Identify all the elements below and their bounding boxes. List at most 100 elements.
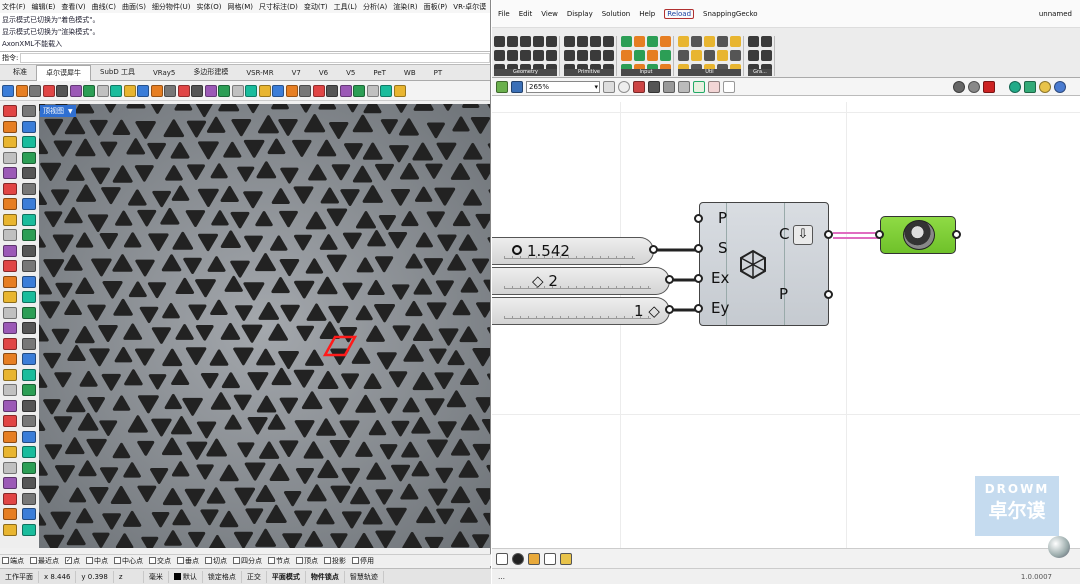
- sidebar-tool-icon[interactable]: [3, 337, 17, 350]
- osnap-option[interactable]: 最近点: [30, 556, 59, 566]
- gh-group-label[interactable]: Gra...: [748, 69, 772, 76]
- custom-preview-component[interactable]: [875, 216, 961, 254]
- sidebar-tool-icon[interactable]: [22, 523, 36, 536]
- toolbar-tool-icon[interactable]: [137, 84, 149, 97]
- tab-v6[interactable]: V6: [310, 67, 337, 80]
- gh-component-icon[interactable]: [691, 50, 702, 61]
- sphere-preview-icon[interactable]: [1039, 80, 1051, 93]
- toolbar-tool-icon[interactable]: [177, 84, 190, 97]
- gh-component-icon[interactable]: [704, 36, 715, 47]
- gh-component-icon[interactable]: [730, 50, 741, 61]
- number-slider-ey[interactable]: 1 ◇: [492, 297, 670, 325]
- menu-render[interactable]: 渲染(R): [393, 2, 417, 12]
- sidebar-tool-icon[interactable]: [22, 120, 36, 133]
- sidebar-tool-icon[interactable]: [3, 291, 17, 303]
- output-grip[interactable]: [824, 290, 833, 299]
- voronoi-pattern-component[interactable]: P S Ex Ey C P ⇩: [694, 202, 833, 326]
- sidebar-tool-icon[interactable]: [3, 151, 17, 164]
- mesh-quality-icon[interactable]: [1009, 80, 1021, 93]
- toolbar-tool-icon[interactable]: [366, 84, 379, 97]
- gh-component-icon[interactable]: [761, 50, 772, 61]
- osnap-checkbox[interactable]: [2, 557, 9, 564]
- toolbar-tool-icon[interactable]: [339, 84, 352, 97]
- gh-menu-display[interactable]: Display: [567, 10, 593, 18]
- toolbar-tool-icon[interactable]: [96, 84, 109, 97]
- toolbar-tool-icon[interactable]: [15, 84, 28, 97]
- osnap-option[interactable]: 交点: [149, 556, 171, 566]
- preview-eye-icon[interactable]: [618, 80, 630, 93]
- sidebar-tool-icon[interactable]: [22, 198, 36, 210]
- sidebar-tool-icon[interactable]: [3, 477, 17, 489]
- status-osnap[interactable]: 物件锁点: [306, 570, 345, 583]
- toolbar-tool-icon[interactable]: [353, 84, 365, 97]
- layer-label[interactable]: 默认: [169, 570, 203, 583]
- command-input[interactable]: [20, 53, 490, 63]
- tab-polygon[interactable]: 多边形建模: [184, 65, 237, 80]
- tab-subd-tools[interactable]: SubD 工具: [91, 65, 144, 80]
- osnap-checkbox[interactable]: ✓: [65, 557, 72, 564]
- toolbar-tool-icon[interactable]: [312, 84, 325, 97]
- tab-drowm[interactable]: 卓尔谟犀牛: [36, 65, 91, 81]
- gh-menu-file[interactable]: File: [498, 10, 510, 18]
- gh-component-icon[interactable]: [660, 36, 671, 47]
- branch-icon[interactable]: [723, 80, 735, 93]
- gh-component-icon[interactable]: [621, 50, 632, 61]
- sidebar-tool-icon[interactable]: [3, 492, 17, 505]
- input-port-p[interactable]: P: [718, 209, 727, 227]
- sidebar-tool-icon[interactable]: [22, 151, 36, 164]
- save-file-icon[interactable]: [511, 80, 523, 93]
- sidebar-tool-icon[interactable]: [22, 244, 36, 257]
- sidebar-tool-icon[interactable]: [22, 384, 36, 396]
- sidebar-tool-icon[interactable]: [22, 213, 36, 226]
- gh-component-icon[interactable]: [564, 50, 575, 61]
- gh-component-icon[interactable]: [748, 50, 759, 61]
- sidebar-tool-icon[interactable]: [3, 198, 17, 210]
- menu-subd[interactable]: 细分物件(U): [152, 2, 191, 12]
- gh-component-icon[interactable]: [590, 36, 601, 47]
- sidebar-tool-icon[interactable]: [22, 446, 36, 458]
- gh-component-icon[interactable]: [507, 36, 518, 47]
- input-port-ex[interactable]: Ex: [711, 269, 729, 287]
- sidebar-tool-icon[interactable]: [22, 182, 36, 195]
- gh-component-icon[interactable]: [748, 36, 759, 47]
- menu-edit[interactable]: 编辑(E): [32, 2, 56, 12]
- gh-component-icon[interactable]: [634, 36, 645, 47]
- sidebar-tool-icon[interactable]: [3, 213, 17, 226]
- menu-tools[interactable]: 工具(L): [334, 2, 357, 12]
- gh-menu-edit[interactable]: Edit: [519, 10, 533, 18]
- gh-component-icon[interactable]: [717, 50, 728, 61]
- sidebar-tool-icon[interactable]: [3, 306, 17, 319]
- chart-icon[interactable]: [560, 552, 572, 565]
- toolbar-tool-icon[interactable]: [56, 84, 68, 97]
- gh-component-icon[interactable]: [647, 50, 658, 61]
- sidebar-tool-icon[interactable]: [22, 368, 36, 381]
- output-grip[interactable]: [952, 230, 961, 239]
- menu-panels[interactable]: 面板(P): [424, 2, 448, 12]
- osnap-option[interactable]: 四分点: [233, 556, 262, 566]
- sidebar-tool-icon[interactable]: [22, 337, 36, 350]
- material-icon[interactable]: [1024, 80, 1036, 93]
- sidebar-tool-icon[interactable]: [3, 368, 17, 381]
- sidebar-tool-icon[interactable]: [22, 105, 36, 117]
- osnap-option[interactable]: 停用: [352, 556, 374, 566]
- osnap-checkbox[interactable]: [149, 557, 156, 564]
- gh-component-icon[interactable]: [520, 50, 531, 61]
- input-grip[interactable]: [694, 244, 703, 253]
- viewport-label[interactable]: 顶视图 ▼: [40, 105, 76, 117]
- area-icon[interactable]: [544, 552, 556, 565]
- sidebar-tool-icon[interactable]: [22, 492, 36, 505]
- status-grid-snap[interactable]: 锁定格点: [203, 570, 242, 583]
- zoom-select[interactable]: 265%: [526, 80, 600, 93]
- gh-menu-help[interactable]: Help: [639, 10, 655, 18]
- status-ortho[interactable]: 正交: [242, 570, 267, 583]
- input-grip[interactable]: [875, 230, 884, 239]
- sidebar-tool-icon[interactable]: [3, 523, 17, 536]
- cube-icon[interactable]: [528, 552, 540, 565]
- sidebar-tool-icon[interactable]: [3, 260, 17, 272]
- sidebar-tool-icon[interactable]: [3, 384, 17, 396]
- input-port-s[interactable]: S: [718, 239, 728, 257]
- osnap-checkbox[interactable]: [233, 557, 240, 564]
- gh-component-icon[interactable]: [533, 36, 544, 47]
- sidebar-tool-icon[interactable]: [3, 322, 17, 334]
- tab-v7[interactable]: V7: [283, 67, 310, 80]
